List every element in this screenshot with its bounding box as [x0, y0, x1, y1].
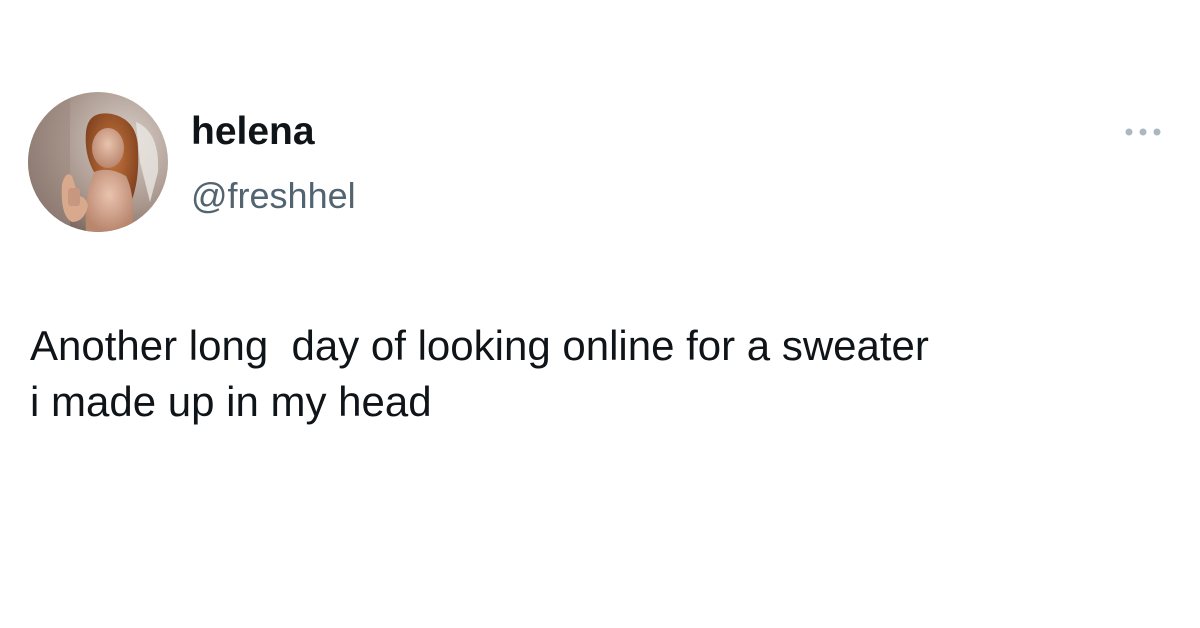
tweet-text: Another long day of looking online for a…: [30, 322, 929, 425]
handle[interactable]: @freshhel: [191, 174, 356, 218]
tweet-card: helena @freshhel Another long day of loo…: [0, 0, 1200, 628]
avatar[interactable]: [28, 92, 168, 232]
more-horizontal-icon: [1125, 128, 1161, 136]
profile-photo: [28, 92, 168, 232]
display-name[interactable]: helena: [191, 108, 315, 156]
more-options-button[interactable]: [1116, 118, 1170, 146]
